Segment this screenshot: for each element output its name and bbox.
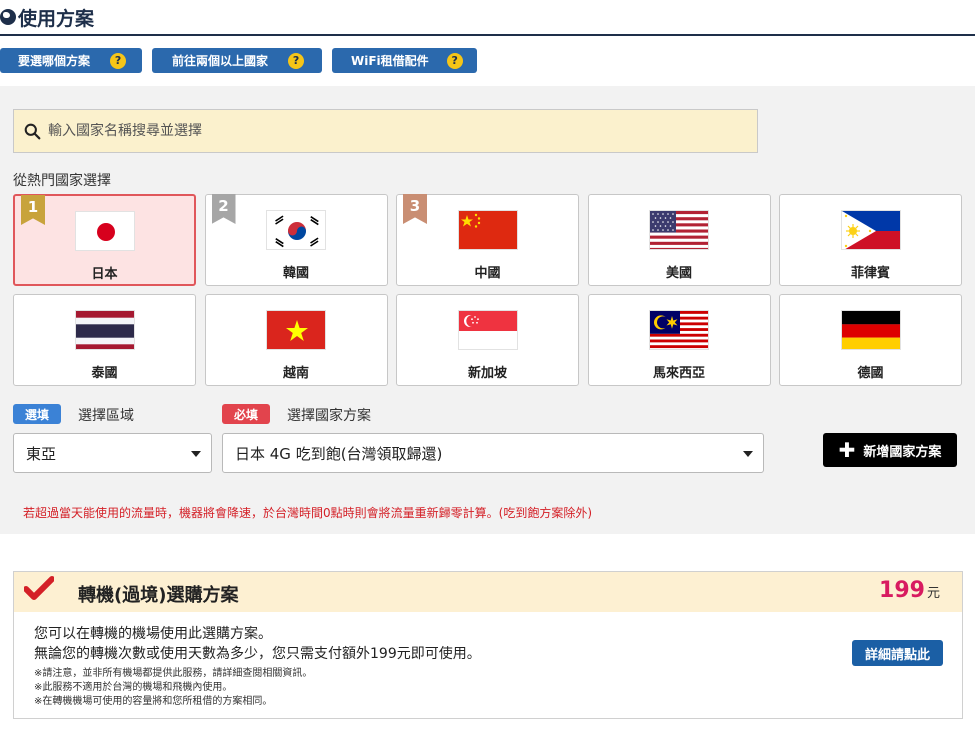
- singapore-flag-icon: [457, 310, 518, 350]
- country-name: 韓國: [282, 266, 309, 281]
- country-name: 越南: [282, 366, 309, 381]
- china-flag-icon: [457, 210, 518, 250]
- required-tag: 必填: [222, 404, 271, 424]
- country-plan-select[interactable]: 日本 4G 吃到飽(台灣領取歸還): [222, 433, 764, 473]
- help-button-multi-country[interactable]: 前往兩個以上國家 ?: [152, 48, 322, 73]
- country-card-singapore[interactable]: 新加坡: [396, 294, 579, 386]
- germany-flag-icon: [840, 310, 901, 350]
- plan-select-value: 日本 4G 吃到飽(台灣領取歸還): [235, 444, 443, 463]
- select-labels-row: 選填 選擇區域 必填 選擇國家方案: [13, 402, 963, 426]
- plan-selection-panel: 從熱門國家選擇 1 日本 2 韓國 3 中國 美國: [0, 86, 975, 534]
- country-card-vietnam[interactable]: 越南: [204, 294, 388, 386]
- question-icon: ?: [110, 52, 127, 69]
- checkmark-icon[interactable]: [24, 576, 54, 602]
- plus-icon: ✚: [838, 438, 856, 462]
- country-search-box[interactable]: [13, 109, 758, 153]
- philippines-flag-icon: [840, 210, 901, 250]
- country-card-thailand[interactable]: 泰國: [13, 294, 196, 386]
- rank-badge: 1: [21, 195, 45, 225]
- region-select-value: 東亞: [26, 444, 57, 463]
- optional-tag: 選填: [13, 404, 62, 424]
- transit-option-box: 轉機(過境)選購方案 199 元 您可以在轉機的機場使用此選購方案。 無論您的轉…: [13, 571, 963, 719]
- country-card-philippines[interactable]: 菲律賓: [779, 194, 962, 286]
- transit-option-title: 轉機(過境)選購方案: [78, 585, 239, 606]
- search-icon: [24, 123, 41, 139]
- transit-option-header: 轉機(過境)選購方案 199 元: [14, 572, 962, 612]
- hot-countries-label: 從熱門國家選擇: [13, 173, 111, 189]
- rank-badge: 3: [403, 194, 427, 224]
- country-search-input[interactable]: [48, 123, 728, 139]
- malaysia-flag-icon: [649, 310, 709, 350]
- question-icon: ?: [288, 52, 305, 69]
- transit-description-2: 無論您的轉機次數或使用天數為多少，您只需支付額外199元即可使用。: [34, 646, 481, 662]
- help-buttons: 要選哪個方案 ? 前往兩個以上國家 ? WiFi租借配件 ?: [0, 48, 477, 73]
- country-name: 德國: [857, 366, 884, 381]
- transit-note: ※請注意，並非所有機場都提供此服務，請詳細查閱相關資訊。: [34, 668, 313, 679]
- price-amount: 199: [879, 578, 925, 603]
- country-card-usa[interactable]: 美國: [587, 194, 771, 286]
- korea-flag-icon: [266, 210, 326, 250]
- globe-icon: [0, 9, 16, 25]
- transit-note: ※在轉機機場可使用的容量將和您所租借的方案相同。: [34, 696, 273, 707]
- country-card-korea[interactable]: 2 韓國: [204, 194, 388, 286]
- transit-detail-button[interactable]: 詳細請點此: [852, 640, 943, 666]
- page-title: 使用方案: [18, 7, 95, 30]
- caret-down-icon: [743, 451, 753, 457]
- usa-flag-icon: [649, 210, 709, 250]
- country-name: 日本: [91, 267, 118, 282]
- plan-select-label: 選擇國家方案: [287, 408, 371, 424]
- add-country-plan-label: 新增國家方案: [863, 444, 942, 460]
- japan-flag-icon: [74, 211, 135, 251]
- country-name: 中國: [474, 266, 501, 281]
- price-unit: 元: [926, 586, 940, 601]
- country-name: 馬來西亞: [652, 366, 705, 381]
- vietnam-flag-icon: [266, 310, 326, 350]
- region-select[interactable]: 東亞: [13, 433, 212, 473]
- transit-description-1: 您可以在轉機的機場使用此選購方案。: [34, 626, 272, 642]
- country-card-germany[interactable]: 德國: [779, 294, 962, 386]
- country-card-malaysia[interactable]: 馬來西亞: [587, 294, 771, 386]
- country-name: 泰國: [91, 366, 118, 381]
- help-button-label: 前往兩個以上國家: [172, 54, 269, 68]
- region-select-label: 選擇區域: [78, 408, 134, 424]
- country-name: 美國: [665, 266, 692, 281]
- transit-price: 199 元: [879, 578, 940, 603]
- section-title: 使用方案: [0, 0, 975, 36]
- data-limit-warning: 若超過當天能使用的流量時，機器將會降速，於台灣時間0點時則會將流量重新歸零計算。…: [23, 506, 593, 520]
- country-name: 菲律賓: [850, 266, 890, 281]
- add-country-plan-button[interactable]: ✚ 新增國家方案: [823, 433, 957, 467]
- rank-badge: 2: [211, 194, 236, 224]
- transit-option-body: 您可以在轉機的機場使用此選購方案。 無論您的轉機次數或使用天數為多少，您只需支付…: [14, 612, 962, 709]
- country-card-china[interactable]: 3 中國: [396, 194, 579, 286]
- help-button-which-plan[interactable]: 要選哪個方案 ?: [0, 48, 142, 73]
- question-icon: ?: [446, 52, 463, 69]
- transit-notes: ※請注意，並非所有機場都提供此服務，請詳細查閱相關資訊。 ※此服務不適用於台灣的…: [34, 667, 962, 709]
- country-name: 新加坡: [467, 366, 507, 381]
- thailand-flag-icon: [74, 310, 135, 350]
- country-card-japan[interactable]: 1 日本: [13, 194, 196, 286]
- help-button-wifi-accessories[interactable]: WiFi租借配件 ?: [332, 48, 477, 73]
- transit-note: ※此服務不適用於台灣的機場和飛機內使用。: [34, 682, 233, 693]
- hot-country-grid: 1 日本 2 韓國 3 中國 美國 菲律賓 泰國 越南 新加坡 馬來西亞 德國: [13, 194, 962, 386]
- help-button-label: 要選哪個方案: [18, 54, 91, 68]
- caret-down-icon: [191, 451, 201, 457]
- help-button-label: WiFi租借配件: [351, 54, 429, 68]
